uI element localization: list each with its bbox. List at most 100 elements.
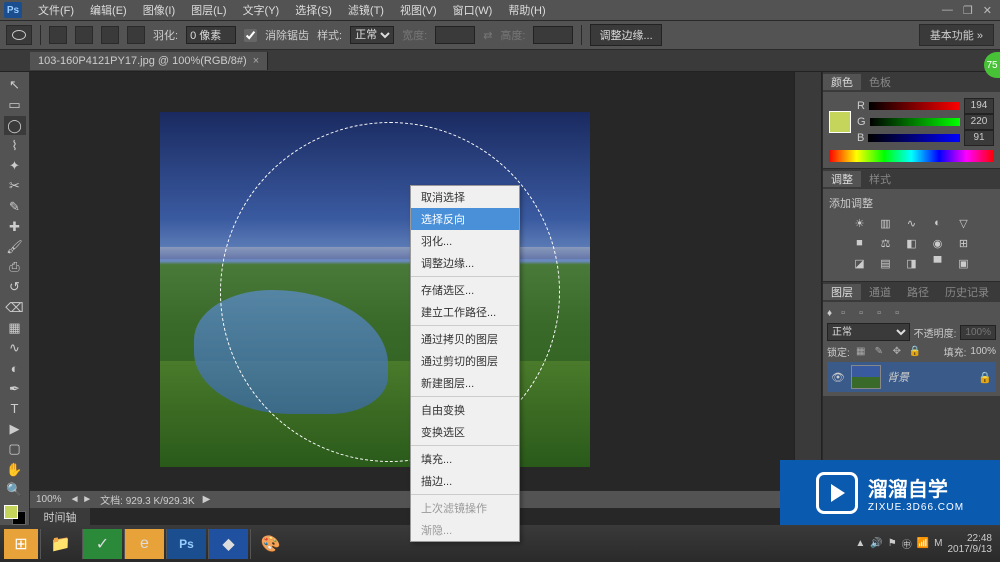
exposure-icon[interactable]: ◐: [929, 215, 947, 231]
context-menu-item[interactable]: 自由变换: [411, 399, 519, 421]
mixer-icon[interactable]: ⊞: [955, 235, 973, 251]
history-brush-tool[interactable]: ↺: [4, 278, 26, 296]
minimize-button[interactable]: —: [942, 4, 953, 17]
selection-intersect[interactable]: [127, 26, 145, 44]
gradient-tool[interactable]: ▦: [4, 319, 26, 337]
tab-channels[interactable]: 通道: [861, 284, 899, 300]
tray-icon[interactable]: M: [934, 538, 942, 549]
fill-value[interactable]: 100%: [970, 346, 996, 357]
tray-icon[interactable]: 🔊: [870, 538, 882, 549]
r-slider[interactable]: [869, 102, 960, 110]
menu-edit[interactable]: 编辑(E): [82, 2, 135, 18]
context-menu-item[interactable]: 新建图层...: [411, 372, 519, 394]
tab-layers[interactable]: 图层: [823, 284, 861, 300]
feather-input[interactable]: [186, 26, 236, 44]
context-menu-item[interactable]: 存储选区...: [411, 279, 519, 301]
foreground-color-swatch[interactable]: [829, 111, 851, 133]
taskbar-app1[interactable]: ✓: [82, 529, 122, 559]
shape-tool[interactable]: ▢: [4, 440, 26, 458]
menu-file[interactable]: 文件(F): [30, 2, 82, 18]
posterize-icon[interactable]: ▤: [877, 255, 895, 271]
type-tool[interactable]: T: [4, 400, 26, 418]
maximize-button[interactable]: ❐: [963, 4, 973, 17]
layer-thumbnail[interactable]: [851, 365, 881, 389]
context-menu-item[interactable]: 取消选择: [411, 186, 519, 208]
selection-new[interactable]: [49, 26, 67, 44]
blend-mode-select[interactable]: 正常: [827, 323, 910, 341]
tab-paths[interactable]: 路径: [899, 284, 937, 300]
zoom-level[interactable]: 100%: [36, 494, 62, 505]
document-size[interactable]: 文档: 929.3 K/929.3K: [100, 492, 195, 507]
hand-tool[interactable]: ✋: [4, 460, 26, 478]
antialias-checkbox[interactable]: [244, 29, 257, 42]
tab-swatches[interactable]: 色板: [861, 74, 899, 90]
tool-preset-picker[interactable]: [6, 25, 32, 45]
invert-icon[interactable]: ◪: [851, 255, 869, 271]
menu-image[interactable]: 图像(I): [135, 2, 183, 18]
context-menu-item[interactable]: 调整边缘...: [411, 252, 519, 274]
context-menu-item[interactable]: 变换选区: [411, 421, 519, 443]
lock-position-icon[interactable]: ✥: [890, 345, 904, 359]
taskbar-app2[interactable]: ◆: [208, 529, 248, 559]
lock-transparency-icon[interactable]: ▦: [854, 345, 868, 359]
start-button[interactable]: ⊞: [4, 529, 38, 559]
dodge-tool[interactable]: ◐: [4, 359, 26, 377]
timeline-tab[interactable]: 时间轴: [30, 508, 90, 525]
menu-type[interactable]: 文字(Y): [235, 2, 288, 18]
threshold-icon[interactable]: ◨: [903, 255, 921, 271]
crop-tool[interactable]: ✂: [4, 177, 26, 195]
context-menu-item[interactable]: 建立工作路径...: [411, 301, 519, 323]
workspace-switcher[interactable]: 基本功能 »: [919, 24, 994, 46]
hue-spectrum[interactable]: [829, 150, 994, 162]
photo-filter-icon[interactable]: ◉: [929, 235, 947, 251]
context-menu-item[interactable]: 通过剪切的图层: [411, 350, 519, 372]
opacity-value[interactable]: 100%: [960, 325, 996, 340]
eyedropper-tool[interactable]: ✎: [4, 197, 26, 215]
balance-icon[interactable]: ⚖: [877, 235, 895, 251]
pen-tool[interactable]: ✒: [4, 380, 26, 398]
tab-history[interactable]: 历史记录: [937, 284, 997, 300]
move-tool[interactable]: ↖: [4, 76, 26, 94]
r-value[interactable]: 194: [964, 98, 994, 114]
eraser-tool[interactable]: ⌫: [4, 299, 26, 317]
tab-adjustments[interactable]: 调整: [823, 171, 861, 187]
collapsed-panel-strip[interactable]: [794, 72, 822, 525]
tray-icon[interactable]: ⚑: [888, 538, 897, 549]
curves-icon[interactable]: ∿: [903, 215, 921, 231]
context-menu-item[interactable]: 选择反向: [411, 208, 519, 230]
color-swatches[interactable]: [4, 505, 26, 525]
bw-icon[interactable]: ◧: [903, 235, 921, 251]
brush-tool[interactable]: 🖌: [4, 238, 26, 256]
context-menu-item[interactable]: 填充...: [411, 448, 519, 470]
document-tab[interactable]: 103-160P4121PY17.jpg @ 100%(RGB/8#) ×: [30, 52, 268, 70]
taskbar-browser[interactable]: e: [124, 529, 164, 559]
tray-icon[interactable]: ▲: [855, 538, 865, 549]
context-menu-item[interactable]: 描边...: [411, 470, 519, 492]
gradient-map-icon[interactable]: ▀: [929, 255, 947, 271]
ellipse-marquee-tool[interactable]: ◯: [4, 116, 26, 134]
blur-tool[interactable]: ∿: [4, 339, 26, 357]
tab-color[interactable]: 颜色: [823, 74, 861, 90]
lock-pixels-icon[interactable]: ✎: [872, 345, 886, 359]
refine-edge-button[interactable]: 调整边缘...: [590, 24, 661, 46]
taskbar-photoshop[interactable]: Ps: [166, 529, 206, 559]
selective-icon[interactable]: ▣: [955, 255, 973, 271]
levels-icon[interactable]: ▥: [877, 215, 895, 231]
menu-filter[interactable]: 滤镜(T): [340, 2, 392, 18]
context-menu-item[interactable]: 通过拷贝的图层: [411, 328, 519, 350]
selection-add[interactable]: [75, 26, 93, 44]
menu-help[interactable]: 帮助(H): [500, 2, 553, 18]
g-value[interactable]: 220: [964, 114, 994, 130]
visibility-icon[interactable]: 👁: [831, 371, 845, 384]
clock[interactable]: 22:48 2017/9/13: [948, 533, 993, 555]
tray-icon[interactable]: 📶: [917, 538, 929, 549]
brightness-icon[interactable]: ☀: [851, 215, 869, 231]
menu-layer[interactable]: 图层(L): [183, 2, 234, 18]
tab-styles[interactable]: 样式: [861, 171, 899, 187]
menu-window[interactable]: 窗口(W): [445, 2, 501, 18]
menu-view[interactable]: 视图(V): [392, 2, 445, 18]
vibrance-icon[interactable]: ▽: [955, 215, 973, 231]
layer-item[interactable]: 👁 背景 🔒: [827, 362, 996, 392]
quick-select-tool[interactable]: ✦: [4, 157, 26, 175]
style-select[interactable]: 正常: [350, 26, 394, 44]
